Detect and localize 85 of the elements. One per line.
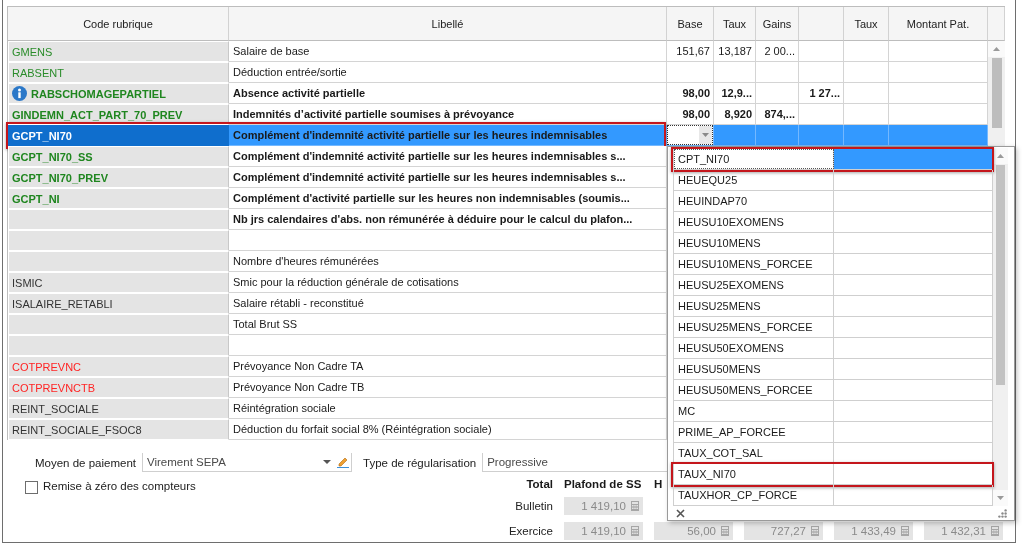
amount-value: 1 419,10 (581, 525, 626, 537)
dropdown-item[interactable]: CPT_NI70 (673, 149, 993, 170)
amount-value: 1 432,31 (941, 525, 986, 537)
amount-value: 56,00 (687, 525, 716, 537)
row-label: Bulletin (515, 500, 553, 512)
checkbox[interactable] (25, 481, 38, 494)
scrollbar-thumb[interactable] (996, 165, 1005, 385)
code-cell[interactable] (8, 335, 229, 356)
rubrique-code: ISALAIRE_RETABLI (12, 297, 113, 310)
totals-title: Total (526, 478, 553, 490)
rubrique-code: GCPT_NI (12, 192, 60, 205)
dropdown-item[interactable]: TAUXHOR_CP_FORCE (673, 485, 993, 506)
calculator-icon[interactable] (901, 526, 909, 536)
column-header: Plafond de SS (564, 478, 642, 490)
rubrique-code: COTPREVNCTB (12, 381, 96, 394)
code-cell[interactable] (8, 209, 229, 230)
code-cell[interactable]: GCPT_NI70_SS (8, 146, 229, 167)
dropdown-item[interactable]: HEUSU50EXOMENS (673, 338, 993, 359)
code-cell[interactable]: RABSENT (8, 62, 229, 83)
rubrique-code: RABSENT (12, 66, 64, 79)
dropdown-item[interactable]: MC (673, 401, 993, 422)
rubrique-code: ISMIC (12, 276, 43, 289)
dropdown-item[interactable]: PRIME_AP_FORCEE (673, 422, 993, 443)
pencil-icon[interactable] (337, 456, 349, 468)
code-cell[interactable]: ISMIC (8, 272, 229, 293)
calculator-icon[interactable] (721, 526, 729, 536)
code-cell[interactable]: GCPT_NI70 (8, 125, 229, 146)
code-cell[interactable]: GCPT_NI70_PREV (8, 167, 229, 188)
rubrique-code: GCPT_NI70_PREV (12, 171, 108, 184)
scroll-down-button[interactable] (993, 490, 1008, 506)
code-cell[interactable]: REINT_SOCIALE (8, 398, 229, 419)
calculator-icon[interactable] (991, 526, 999, 536)
dropdown-item[interactable]: TAUX_NI70 (673, 464, 993, 485)
dropdown-item[interactable]: HEUSU25MENS_FORCEE (673, 317, 993, 338)
column-header: H (654, 478, 663, 490)
rubrique-code: GMENS (12, 45, 53, 58)
code-cell[interactable]: REINT_SOCIALE_FSOC8 (8, 419, 229, 440)
caret-icon (323, 460, 331, 464)
calculator-icon[interactable] (631, 526, 639, 536)
amount-value: 727,27 (770, 525, 806, 537)
dropdown-button[interactable] (699, 126, 712, 144)
caret-icon (702, 133, 709, 137)
dropdown-item[interactable]: HEUSU50MENS (673, 359, 993, 380)
dropdown-item[interactable]: HEUSU50MENS_FORCEE (673, 380, 993, 401)
scrollbar-thumb[interactable] (991, 58, 1002, 128)
dropdown-item[interactable]: HEUSU25EXOMENS (673, 275, 993, 296)
code-cell[interactable] (8, 230, 229, 251)
dropdown-item[interactable]: HEUSU10MENS_FORCEE (673, 254, 993, 275)
cell-editor[interactable] (667, 125, 713, 145)
code-cell[interactable]: GINDEMN_ACT_PART_70_PREV (8, 104, 229, 125)
arrow-down-icon (997, 496, 1004, 500)
resize-grip-icon[interactable] (998, 508, 1007, 518)
dropdown-item[interactable]: HEUSU10EXOMENS (673, 212, 993, 233)
close-icon[interactable] (676, 508, 685, 518)
row-label: Exercice (508, 525, 553, 537)
field-label: Type de régularisation (363, 456, 477, 469)
code-cell[interactable] (8, 251, 229, 272)
rubrique-code: COTPREVNC (12, 360, 82, 373)
rubrique-code: RABSCHOMAGEPARTIEL (31, 87, 166, 100)
libelle-cell: Déduction du forfait social 8% (Réintégration sociale) (229, 419, 667, 440)
rubrique-code: REINT_SOCIALE (12, 402, 99, 415)
code-cell[interactable] (8, 314, 229, 335)
payment-method-field[interactable]: Virement SEPA (142, 453, 352, 472)
selected-row[interactable]: GCPT_NI70 Complément d'indemnité activité partielle sur les heures indemnisables (8, 125, 988, 146)
dropdown-item[interactable]: HEUINDAP70 (673, 191, 993, 212)
code-cell[interactable]: RABSCHOMAGEPARTIEL (8, 83, 229, 104)
amount-value: 1 433,49 (851, 525, 896, 537)
rubrique-code: GCPT_NI70_SS (12, 150, 93, 163)
amount-value: 1 419,10 (581, 500, 626, 512)
scroll-up-button[interactable] (988, 41, 1005, 57)
calculator-icon[interactable] (631, 501, 639, 511)
code-cell[interactable]: GCPT_NI (8, 188, 229, 209)
code-cell[interactable]: ISALAIRE_RETABLI (8, 293, 229, 314)
rubrique-code: REINT_SOCIALE_FSOC8 (12, 423, 142, 436)
checkbox-label[interactable]: Remise à zéro des compteurs (43, 480, 196, 492)
code-cell[interactable]: GMENS (8, 41, 229, 62)
dropdown-item[interactable]: HEUSU10MENS (673, 233, 993, 254)
rubrique-code: GINDEMN_ACT_PART_70_PREV (12, 108, 183, 121)
arrow-up-icon (997, 154, 1004, 158)
dropdown-item[interactable]: HEUSU25MENS (673, 296, 993, 317)
arrow-up-icon (993, 47, 1000, 51)
dropdown-item[interactable]: HEUEQU25 (673, 170, 993, 191)
field-label: Moyen de paiement (35, 456, 136, 469)
calculator-icon[interactable] (811, 526, 819, 536)
rubrique-code: GCPT_NI70 (12, 129, 72, 142)
